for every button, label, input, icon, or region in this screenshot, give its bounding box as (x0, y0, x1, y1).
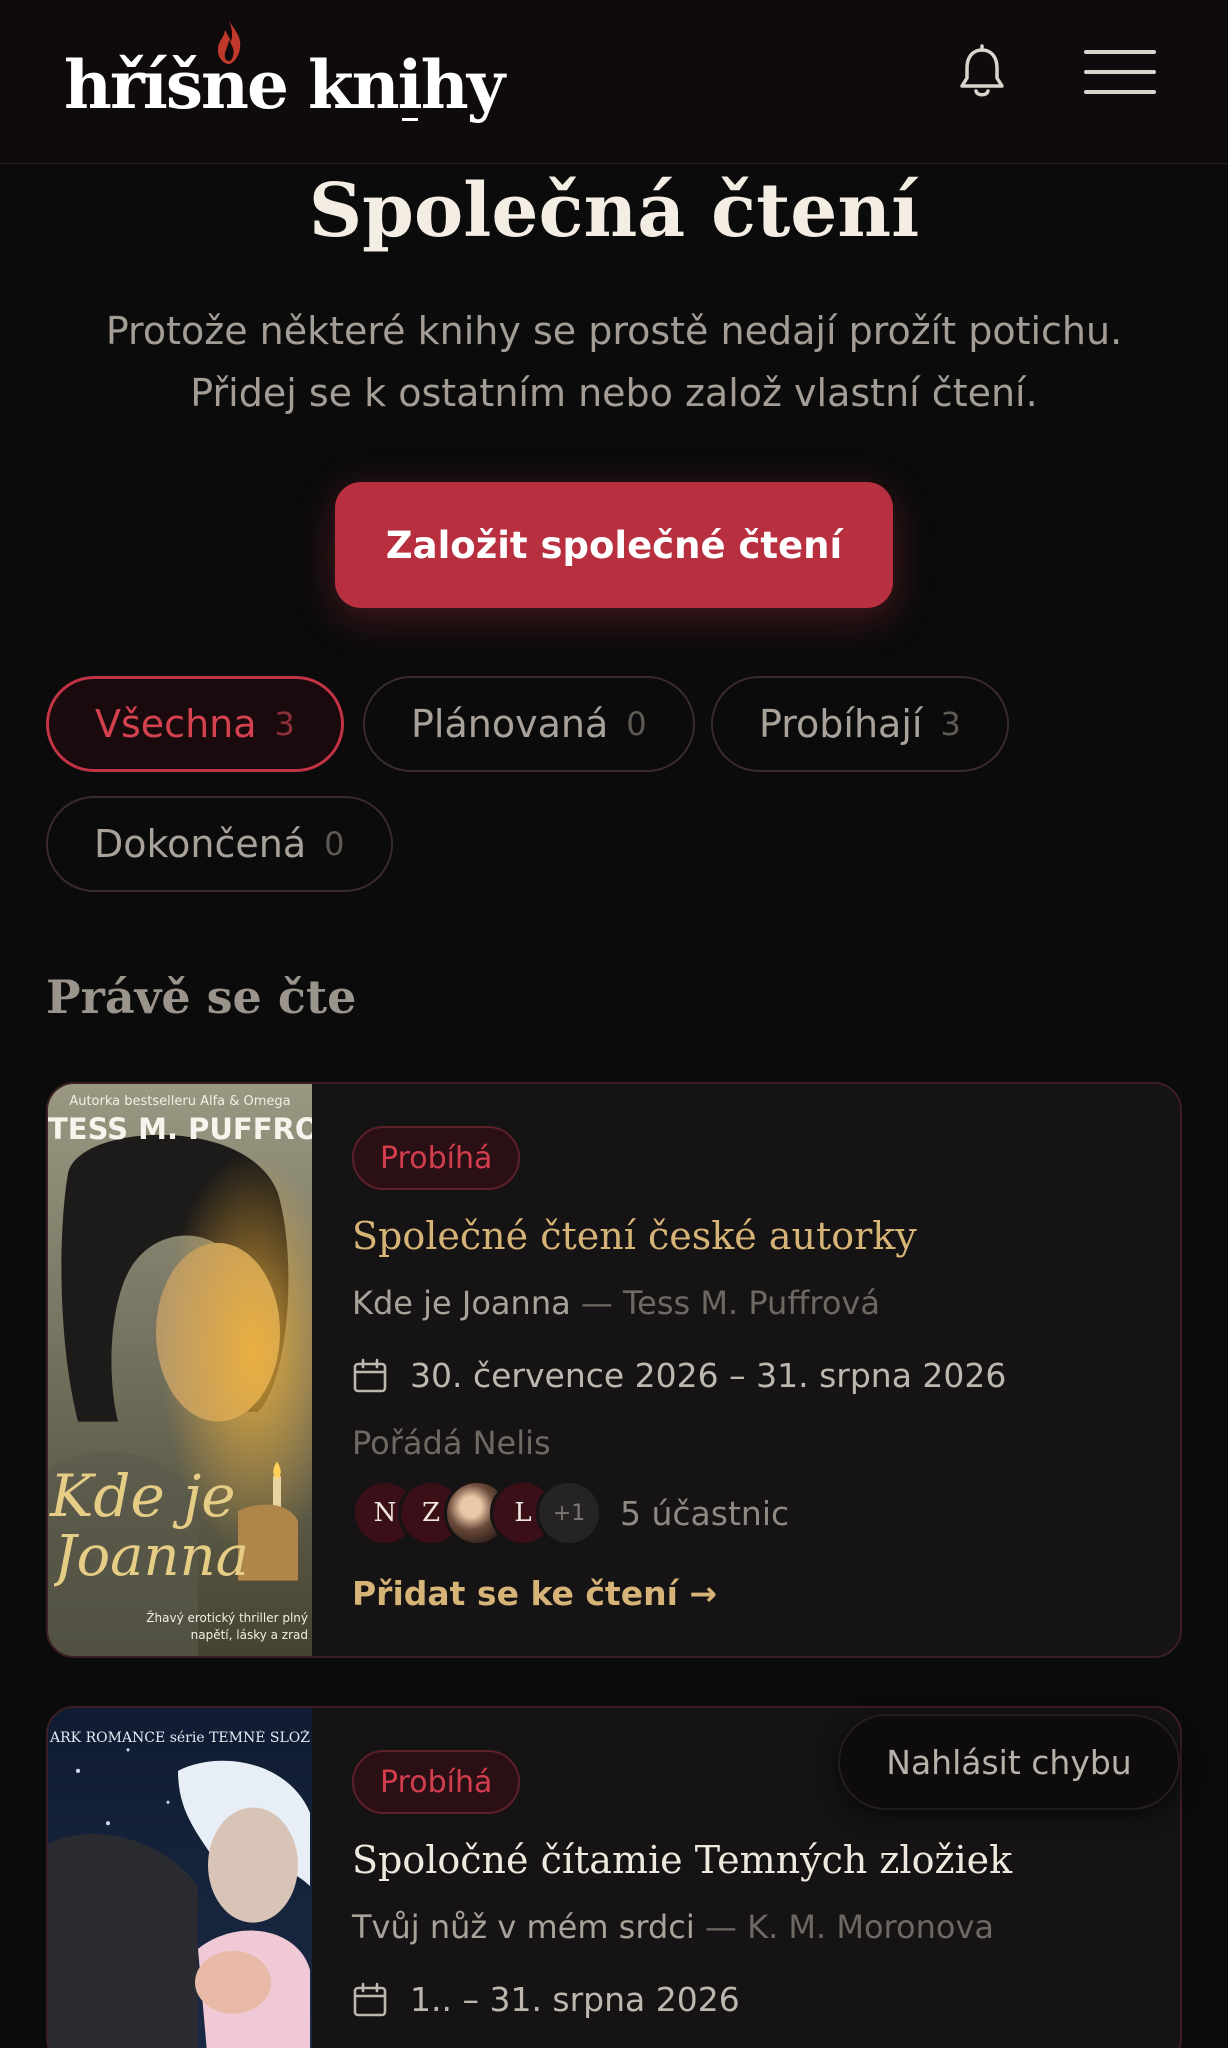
date-range: 30. července 2026 – 31. srpna 2026 (410, 1356, 1007, 1395)
filter-count: 0 (626, 705, 647, 743)
filter-ongoing[interactable]: Probíhají 3 (711, 676, 1009, 772)
filter-all[interactable]: Všechna 3 (46, 676, 344, 772)
book-line: Kde je Joanna — Tess M. Puffrová (352, 1284, 880, 1322)
site-logo[interactable]: hříšne knihy (64, 46, 505, 124)
cover-top-text: ARK ROMANCE série TEMNÉ SLOŽ (50, 1730, 310, 1746)
report-bug-button[interactable]: Nahlásit chybu (838, 1714, 1180, 1810)
book-title: Kde je Joanna (352, 1284, 571, 1322)
filter-count: 3 (940, 705, 961, 743)
top-header: hříšne knihy (0, 0, 1228, 164)
cover-title-line2: Joanna (54, 1524, 250, 1589)
book-author: Tess M. Puffrová (623, 1284, 880, 1322)
filter-label: Probíhají (759, 702, 923, 746)
book-line: Tvůj nůž v mém srdci — K. M. Moronova (352, 1908, 994, 1946)
status-badge: Probíhá (352, 1750, 521, 1814)
separator: — (580, 1284, 613, 1322)
participants-count: 5 účastnic (620, 1493, 790, 1533)
reading-card[interactable]: Autorka bestselleru Alfa & Omega TESS M.… (46, 1082, 1182, 1658)
date-row: 1.. – 31. srpna 2026 (352, 1980, 740, 2019)
cover-top-text: Autorka bestselleru Alfa & Omega (69, 1094, 291, 1109)
section-title: Právě se čte (46, 970, 357, 1024)
date-row: 30. července 2026 – 31. srpna 2026 (352, 1356, 1006, 1395)
join-reading-link[interactable]: Přidat se ke čtení → (352, 1574, 717, 1613)
avatar-more-count: +1 (536, 1480, 602, 1546)
bell-icon[interactable] (956, 44, 1008, 100)
book-author: K. M. Moronova (747, 1908, 994, 1946)
reading-title[interactable]: Spoločné čítamie Temných zložiek (352, 1838, 1012, 1882)
page-intro: Protože některé knihy se prostě nedají p… (105, 309, 1123, 415)
organizer: Pořádá Nelis (352, 1424, 551, 1462)
filter-planned[interactable]: Plánovaná 0 (363, 676, 695, 772)
filter-count: 3 (274, 705, 295, 743)
filter-count: 0 (324, 825, 345, 863)
hamburger-menu-icon[interactable] (1084, 48, 1156, 96)
book-cover-image[interactable] (48, 1708, 312, 2048)
status-badge: Probíhá (352, 1126, 521, 1190)
page-title: Společná čtení (308, 168, 920, 254)
cover-tagline: Žhavý erotický thriller plný napětí, lás… (146, 1611, 308, 1642)
participant-avatars[interactable]: N Z L +1 5 účastnic (352, 1480, 789, 1546)
filter-label: Dokončená (94, 822, 307, 866)
calendar-icon (353, 1358, 387, 1392)
date-range: 1.. – 31. srpna 2026 (410, 1980, 740, 2019)
filter-finished[interactable]: Dokončená 0 (46, 796, 393, 892)
separator: — (704, 1908, 737, 1946)
filter-label: Všechna (95, 702, 257, 746)
create-reading-button[interactable]: Založit společné čtení (335, 482, 893, 608)
book-title: Tvůj nůž v mém srdci (352, 1908, 695, 1946)
cover-title-line1: Kde je (50, 1462, 236, 1530)
calendar-icon (353, 1982, 387, 2016)
logo-underscore (402, 118, 418, 121)
cover-author: TESS M. PUFFROVÁ (48, 1112, 312, 1146)
filter-label: Plánovaná (411, 702, 609, 746)
reading-title[interactable]: Společné čtení české autorky (352, 1214, 917, 1258)
